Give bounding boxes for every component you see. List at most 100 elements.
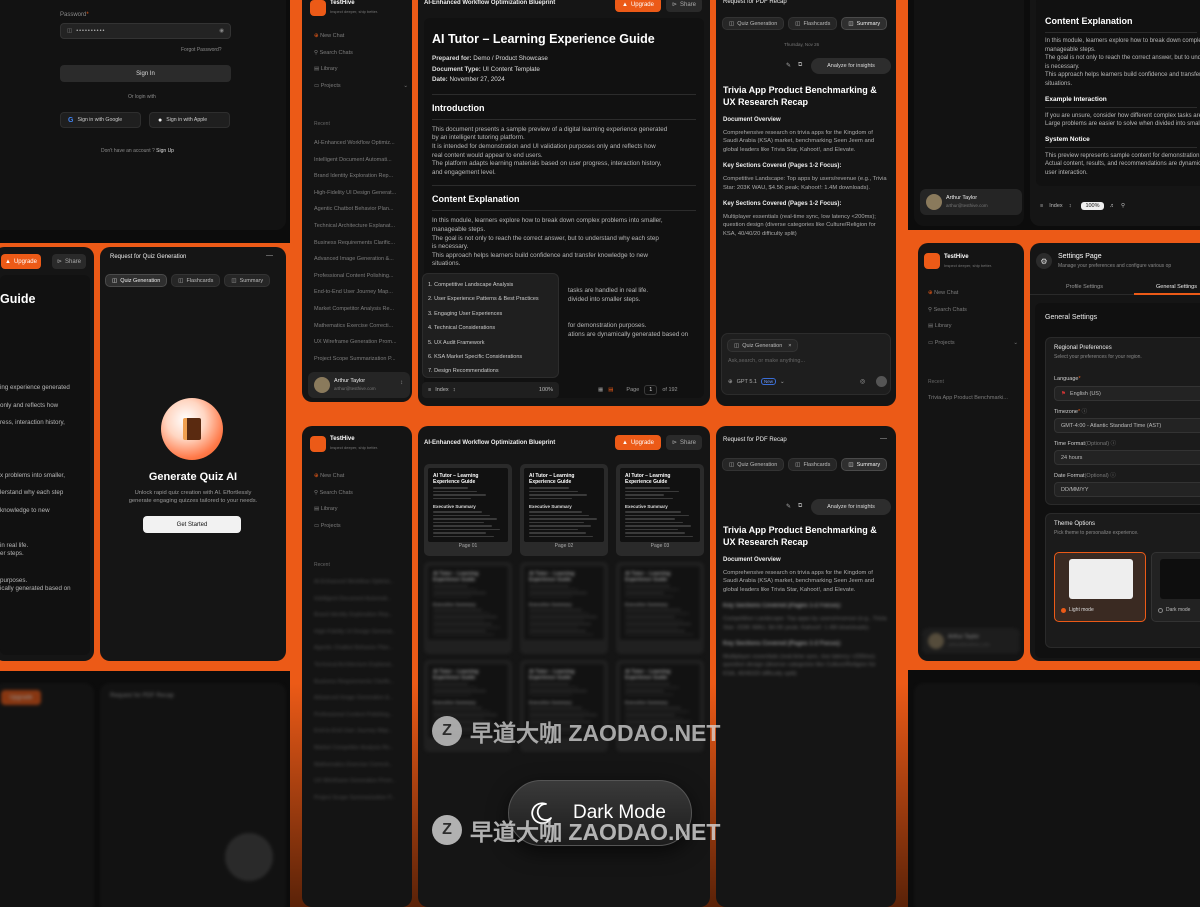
upgrade-button[interactable]: ▲ Upgrade — [1, 254, 41, 269]
projects-item[interactable]: ▭ Projects — [314, 518, 408, 535]
copy-icon[interactable]: ⧉ — [798, 62, 802, 69]
tab-quiz-generation[interactable]: ◫ Quiz Generation — [722, 458, 785, 471]
new-chat-item[interactable]: ⊕ New Chat — [928, 285, 1018, 302]
eye-icon[interactable]: ◉ — [219, 28, 224, 34]
recent-item[interactable]: Advanced Image Generation &... — [314, 251, 406, 268]
recent-item[interactable]: Technical Architecture Explanat... — [314, 218, 406, 235]
recent-item[interactable]: Trivia App Product Benchmarki... — [928, 390, 1020, 407]
page-input[interactable]: 1 — [644, 385, 658, 395]
toc-item[interactable]: 7. Design Recommendations — [428, 364, 553, 378]
composer-chip[interactable]: ◫ Quiz Generation × — [727, 339, 799, 352]
recent-item[interactable]: Agentic Chatbot Behavior Plan... — [314, 640, 406, 657]
chat-input[interactable]: Ask,search, or make anything... — [728, 358, 805, 364]
toc-item[interactable]: 6. KSA Market Specific Considerations — [428, 350, 553, 364]
recent-item[interactable]: UX Wireframe Generation Prom... — [314, 334, 406, 351]
library-item[interactable]: ▤ Library — [314, 501, 408, 518]
zoom-value[interactable]: 100% — [1081, 202, 1104, 210]
get-started-button[interactable]: Get Started — [143, 516, 241, 533]
recent-item[interactable]: Market Competitor Analysis Re... — [314, 301, 406, 318]
tab-summary[interactable]: ◫ Summary — [224, 274, 271, 287]
password-field[interactable]: ◫ •••••••••• ◉ — [60, 23, 231, 39]
timezone-select[interactable]: GMT-4:00 - Atlantic Standard Time (AST) — [1054, 418, 1200, 433]
apple-signin-button[interactable]: ● Sign in with Apple — [149, 112, 230, 128]
share-button[interactable]: ⊳ Share — [666, 0, 702, 12]
sign-up-link[interactable]: Sign Up — [156, 148, 174, 154]
dark-mode-option[interactable]: Dark mode — [1151, 552, 1200, 622]
tab-flashcards[interactable]: ◫ Flashcards — [788, 17, 838, 30]
tab-quiz-generation[interactable]: ◫ Quiz Generation — [722, 17, 785, 30]
toc-item[interactable]: 5. UX Audit Framework — [428, 336, 553, 350]
tab-summary[interactable]: ◫ Summary — [841, 17, 888, 30]
tab-quiz-generation[interactable]: ◫ Quiz Generation — [105, 274, 168, 287]
recent-item[interactable]: Business Requirements Clarific... — [314, 235, 406, 252]
page-thumbnail[interactable]: AI Tutor – Learning Experience Guide Exec… — [424, 562, 512, 654]
close-icon[interactable]: × — [788, 343, 791, 349]
forgot-password-link[interactable]: Forgot Password? — [181, 47, 222, 53]
volume-icon[interactable]: ♬ — [1110, 203, 1116, 209]
copy-icon[interactable]: ⧉ — [798, 503, 802, 510]
tab-flashcards[interactable]: ◫ Flashcards — [788, 458, 838, 471]
toc-item[interactable]: 2. User Experience Patterns & Best Pract… — [428, 292, 553, 306]
recent-item[interactable]: Mathematics Exercise Correcti... — [314, 757, 406, 774]
minimize-icon[interactable]: — — [880, 435, 887, 442]
recent-item[interactable]: High-Fidelity UI Design Generat... — [314, 185, 406, 202]
search-chats-item[interactable]: ⚲ Search Chats — [314, 485, 408, 502]
recent-item[interactable]: High-Fidelity UI Design Generat... — [314, 624, 406, 641]
recent-item[interactable]: Intelligent Document Automati... — [314, 591, 406, 608]
edit-icon[interactable]: ✎ — [786, 62, 791, 69]
new-chat-item[interactable]: ⊕ New Chat — [314, 28, 408, 45]
library-item[interactable]: ▤ Library — [928, 318, 1018, 335]
toc-item[interactable]: 4. Technical Considerations — [428, 321, 553, 335]
recent-item[interactable]: End-to-End User Journey Map... — [314, 284, 406, 301]
recent-item[interactable]: AI-Enhanced Workflow Optimiz... — [314, 135, 406, 152]
analyze-button[interactable]: Analyze for insights — [811, 58, 891, 74]
index-bar[interactable]: ≡ Index ↕ 100% — [422, 382, 559, 398]
user-card[interactable]: Arthur Taylor arthur@testhive.com — [922, 628, 1020, 654]
language-select[interactable]: ⚑ English (US) — [1054, 386, 1200, 401]
sign-in-button[interactable]: Sign In — [60, 65, 231, 82]
upgrade-button[interactable]: ▲ Upgrade — [615, 0, 661, 12]
google-signin-button[interactable]: G Sign in with Google — [60, 112, 141, 128]
tab-summary[interactable]: ◫ Summary — [841, 458, 888, 471]
library-item[interactable]: ▤ Library — [314, 61, 408, 78]
search-chats-item[interactable]: ⚲ Search Chats — [928, 302, 1018, 319]
recent-item[interactable]: Professional Content Polishing... — [314, 707, 406, 724]
upgrade-button[interactable]: Upgrade — [1, 690, 41, 705]
grid-icon[interactable]: ▦ — [598, 387, 603, 393]
user-card[interactable]: Arthur Taylor arthur@testhive.com — [920, 189, 1022, 215]
tab-general-settings[interactable]: General Settings — [1134, 279, 1200, 295]
edit-icon[interactable]: ✎ — [786, 503, 791, 510]
tab-profile-settings[interactable]: Profile Settings — [1066, 284, 1103, 290]
recent-item[interactable]: Technical Architecture Explanat... — [314, 657, 406, 674]
index-bar[interactable]: ≡ Index ↕ 100% ♬ ⚲ — [1040, 202, 1125, 210]
recent-item[interactable]: Professional Content Polishing... — [314, 268, 406, 285]
user-card[interactable]: Arthur Taylor arthur@testhive.com ↕ — [308, 372, 410, 398]
search-chats-item[interactable]: ⚲ Search Chats — [314, 45, 408, 62]
recent-item[interactable]: AI-Enhanced Workflow Optimiz... — [314, 574, 406, 591]
date-format-select[interactable]: DD/MM/YY — [1054, 482, 1200, 497]
tab-flashcards[interactable]: ◫ Flashcards — [171, 274, 221, 287]
analyze-button[interactable]: Analyze for insights — [811, 499, 891, 515]
projects-item[interactable]: ▭ Projects ⌄ — [928, 335, 1018, 352]
new-chat-item[interactable]: ⊕ New Chat — [314, 468, 408, 485]
recent-item[interactable]: Project Scope Summarization P... — [314, 790, 406, 807]
attach-icon[interactable]: ⊕ — [728, 379, 733, 385]
time-format-select[interactable]: 24 hours — [1054, 450, 1200, 465]
recent-item[interactable]: Advanced Image Generation &... — [314, 690, 406, 707]
recent-item[interactable]: Mathematics Exercise Correcti... — [314, 318, 406, 335]
recent-item[interactable]: Brand Identity Exploration Rep... — [314, 168, 406, 185]
page-thumbnail[interactable]: AI Tutor – Learning Experience Guide Exec… — [616, 562, 704, 654]
recent-item[interactable]: Intelligent Document Automati... — [314, 152, 406, 169]
page-thumbnail[interactable]: AI Tutor – Learning Experience Guide Exec… — [520, 562, 608, 654]
recent-item[interactable]: Brand Identity Exploration Rep... — [314, 607, 406, 624]
toc-item[interactable]: 1. Competitive Landscape Analysis — [428, 278, 553, 292]
pdf-icon[interactable]: ▤ — [608, 387, 613, 393]
recent-item[interactable]: Business Requirements Clarific... — [314, 674, 406, 691]
recent-item[interactable]: End-to-End User Journey Map... — [314, 723, 406, 740]
search-icon[interactable]: ⚲ — [1121, 203, 1125, 209]
recent-item[interactable]: Project Scope Summarization P... — [314, 351, 406, 368]
light-mode-option[interactable]: Light mode — [1054, 552, 1146, 622]
projects-item[interactable]: ▭ Projects ⌄ — [314, 78, 408, 95]
minimize-icon[interactable]: — — [266, 252, 273, 259]
page-thumbnail[interactable]: AI Tutor – Learning Experience Guide Exec… — [616, 464, 704, 556]
